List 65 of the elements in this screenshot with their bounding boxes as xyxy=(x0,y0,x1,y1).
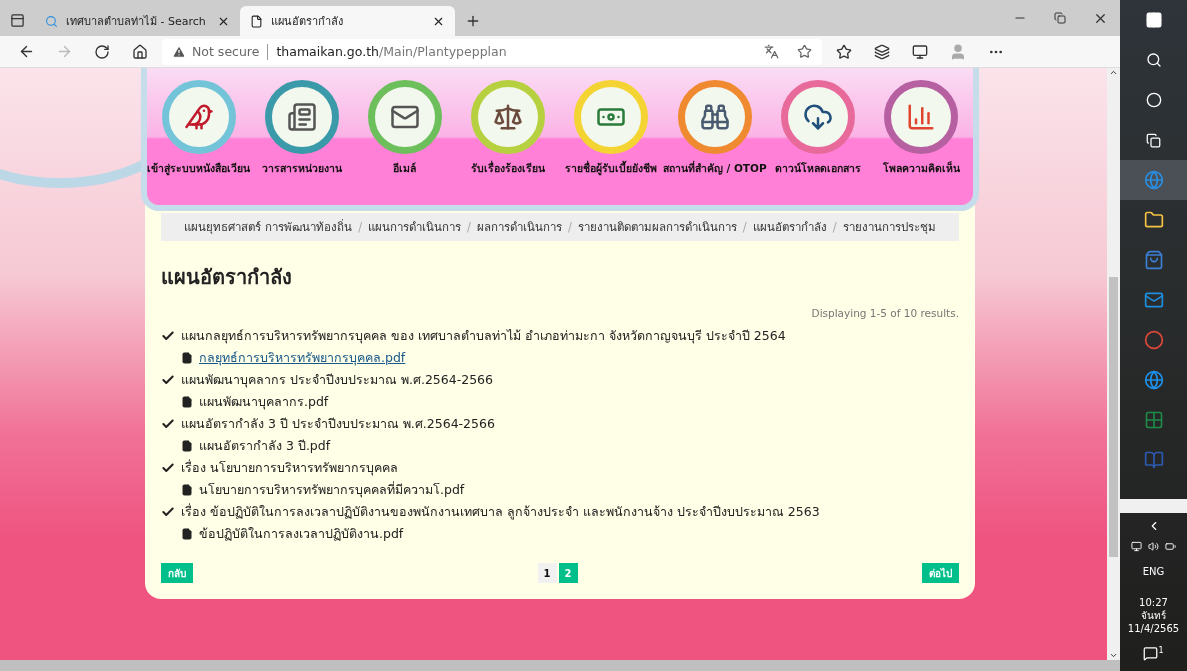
breadcrumb-link[interactable]: ผลการดำเนินการ xyxy=(476,218,562,236)
url-host: thamaikan.go.th xyxy=(276,44,379,59)
document-title: เรื่อง นโยบายการบริหารทรัพยากรบุคคล xyxy=(181,458,398,478)
separator: / xyxy=(358,220,362,234)
check-icon xyxy=(161,373,175,387)
file-link[interactable]: แผนอัตรากำลัง 3 ปี.pdf xyxy=(199,436,331,456)
page-button[interactable]: 1 xyxy=(537,563,557,583)
scroll-up-icon[interactable] xyxy=(1109,68,1118,77)
language-indicator: ENG xyxy=(1142,566,1165,577)
file-icon xyxy=(181,484,193,496)
file-link[interactable]: นโยบายการบริหารทรัพยากรบุคคลที่มีความโ.pdf xyxy=(199,480,465,500)
file-link[interactable]: กลยุทธ์การบริหารทรัพยากรบุคคล.pdf xyxy=(199,348,406,368)
scroll-thumb[interactable] xyxy=(1109,277,1118,557)
menu-shortcut[interactable]: รายชื่อผู้รับเบี้ยยังชีพ xyxy=(559,80,663,205)
file-icon xyxy=(181,396,193,408)
notification-count: 1 xyxy=(1158,646,1164,657)
not-secure-label: Not secure xyxy=(192,44,260,59)
warning-icon xyxy=(172,44,186,59)
tab-actions-icon[interactable] xyxy=(10,13,25,28)
file-icon xyxy=(181,440,193,452)
check-icon xyxy=(161,329,175,343)
breadcrumb-link[interactable]: รายงานติดตามผลการดำเนินการ xyxy=(577,218,737,236)
file-link[interactable]: ข้อปฏิบัติในการลงเวลาปฏิบัติงาน.pdf xyxy=(199,524,404,544)
favorite-icon xyxy=(797,44,812,59)
breadcrumb-link[interactable]: รายงานการประชุม xyxy=(842,218,936,236)
menu-shortcut[interactable]: สถานที่สำคัญ / OTOP xyxy=(662,80,767,205)
address-bar[interactable]: Not secure thamaikan.go.th/Main/Plantypepplan xyxy=(162,38,822,65)
page-title: แผนอัตรากำลัง xyxy=(161,264,292,291)
speaker-icon xyxy=(1148,541,1159,552)
separator: / xyxy=(742,220,747,234)
new-tab-icon[interactable] xyxy=(465,13,481,29)
page-icon xyxy=(250,14,263,28)
document-title: แผนกลยุทธ์การบริหารทรัพยากรบุคคล ของ เทศบาลตำบลท่าไม้ อำเภอท่ามะกา จังหวัดกาญจนบุรี ประจำปี 2564 xyxy=(181,327,786,346)
breadcrumb-link[interactable]: แผนอัตรากำลัง xyxy=(752,218,827,236)
file-icon xyxy=(181,352,193,364)
menu-shortcut[interactable]: โพลความคิดเห็น xyxy=(869,80,973,205)
menu-shortcut[interactable]: รับเรื่องร้องเรียน xyxy=(456,80,560,205)
menu-shortcut[interactable]: อีเมล์ xyxy=(353,80,457,205)
url-path: /Main/Plantypepplan xyxy=(378,44,507,59)
file-link[interactable]: แผนพัฒนาบุคลากร.pdf xyxy=(199,392,329,412)
battery-icon xyxy=(1165,541,1176,552)
file-icon xyxy=(181,528,193,540)
browser-tab[interactable]: แผนอัตรากำลัง xyxy=(240,6,455,36)
check-icon xyxy=(161,461,175,475)
menu-shortcut[interactable]: ดาวน์โหลดเอกสาร xyxy=(766,80,870,205)
translate-icon xyxy=(764,44,779,59)
breadcrumb-link[interactable]: แผนการดำเนินการ xyxy=(368,218,461,236)
menu-shortcut[interactable]: เข้าสู่ระบบหนังสือเวียน xyxy=(147,80,251,205)
clock-time: 10:27 xyxy=(1139,597,1168,608)
clock-date: 11/4/2565 xyxy=(1127,623,1180,634)
breadcrumb-link[interactable]: แผนยุทธศาสตร์ การพัฒนาท้องถิ่น xyxy=(184,218,353,236)
menu-shortcut[interactable]: วารสารหน่วยงาน xyxy=(250,80,354,205)
browser-tab[interactable]: เทศบาลตำบลท่าไม้ - Search xyxy=(35,6,240,36)
scroll-down-icon[interactable] xyxy=(1109,651,1118,660)
result-summary: Displaying 1-5 of 10 results. xyxy=(811,307,959,319)
check-icon xyxy=(161,505,175,519)
separator: / xyxy=(567,220,572,234)
clock-day: จันทร์ xyxy=(1141,608,1166,623)
separator: / xyxy=(832,220,837,234)
document-title: แผนพัฒนาบุคลากร ประจำปีงบประมาณ พ.ศ.2564-2566 xyxy=(181,371,494,390)
document-title: แผนอัตรากำลัง 3 ปี ประจำปีงบประมาณ พ.ศ.2564-2566 xyxy=(181,415,495,433)
check-icon xyxy=(161,417,175,431)
document-title: เรื่อง ข้อปฏิบัติในการลงเวลาปฏิบัติงานของพนักงานเทศบาล ลูกจ้างประจำ และพนักงานจ้าง ประจำปีงบประมาณ 2563 xyxy=(181,502,820,522)
separator: / xyxy=(467,220,471,234)
search-icon xyxy=(45,14,58,28)
